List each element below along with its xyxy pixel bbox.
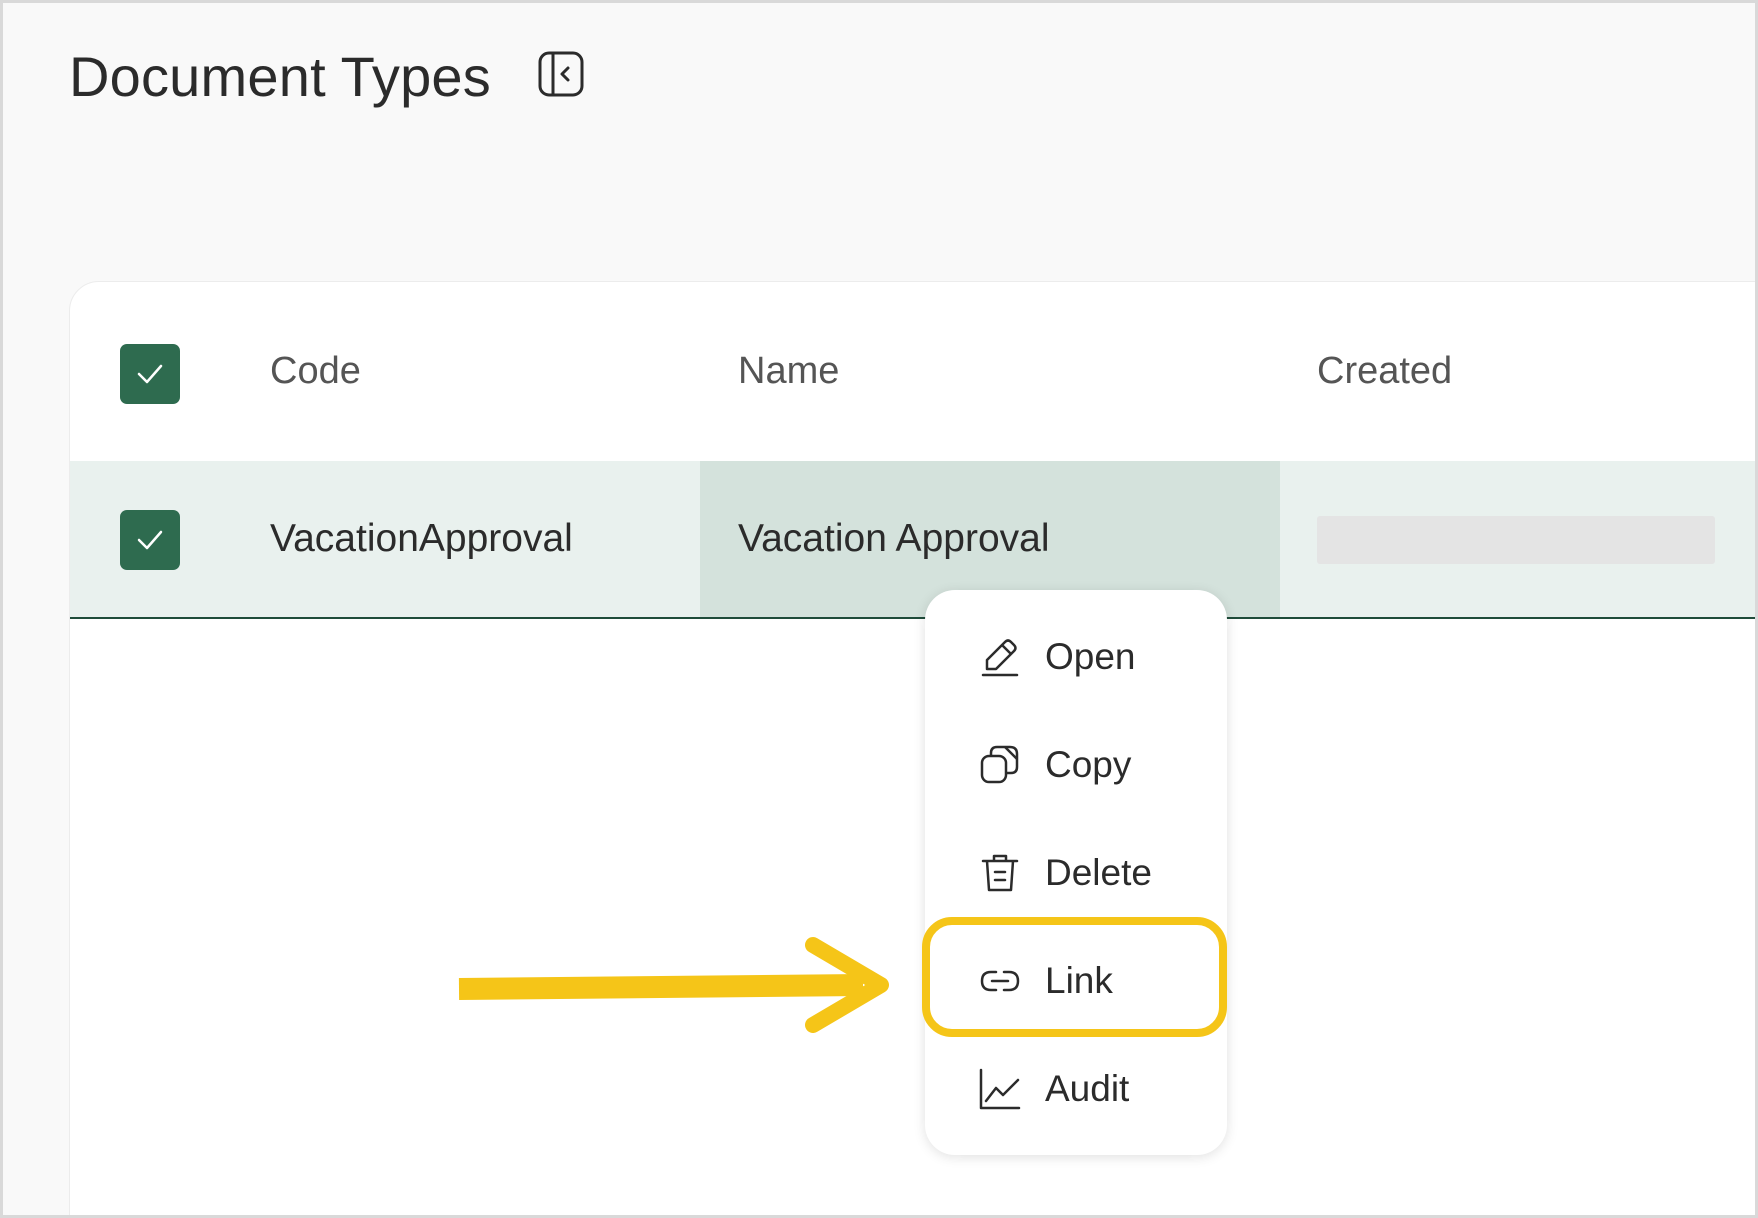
trash-icon (981, 854, 1019, 892)
select-all-checkbox[interactable] (120, 344, 180, 404)
table-card: Code Name Created VacationApproval Vacat… (69, 281, 1755, 1215)
context-menu: Open Copy Delete Link Audit (925, 590, 1227, 1155)
cell-code[interactable]: VacationApproval (270, 514, 573, 564)
menu-item-label: Audit (1045, 1068, 1130, 1109)
menu-item-link[interactable]: Link (925, 936, 1227, 1026)
sidebar-collapse-icon (538, 51, 584, 97)
chart-icon (979, 1068, 1021, 1110)
table-header-row: Code Name Created (70, 282, 1755, 458)
menu-item-delete[interactable]: Delete (925, 828, 1227, 918)
menu-item-label: Open (1045, 636, 1136, 677)
menu-item-audit[interactable]: Audit (925, 1044, 1227, 1134)
cell-created-placeholder (1317, 516, 1715, 564)
column-header-name[interactable]: Name (738, 346, 839, 396)
menu-item-label: Delete (1045, 852, 1152, 893)
app-frame: Document Types Code Name Created Vacatio… (0, 0, 1758, 1218)
collapse-sidebar-button[interactable] (537, 50, 585, 98)
row-checkbox[interactable] (120, 510, 180, 570)
column-header-created[interactable]: Created (1317, 346, 1452, 396)
column-header-code[interactable]: Code (270, 346, 361, 396)
menu-item-label: Copy (1045, 744, 1132, 785)
menu-item-open[interactable]: Open (925, 612, 1227, 702)
menu-item-copy[interactable]: Copy (925, 720, 1227, 810)
link-icon (980, 970, 1020, 992)
menu-item-label: Link (1045, 960, 1113, 1001)
page-title: Document Types (69, 45, 491, 108)
pencil-icon (981, 639, 1019, 677)
copy-icon (980, 745, 1019, 784)
checkmark-icon (137, 364, 163, 384)
cell-name[interactable]: Vacation Approval (738, 514, 1050, 564)
table-row[interactable]: VacationApproval Vacation Approval (70, 461, 1755, 619)
checkmark-icon (137, 530, 163, 550)
